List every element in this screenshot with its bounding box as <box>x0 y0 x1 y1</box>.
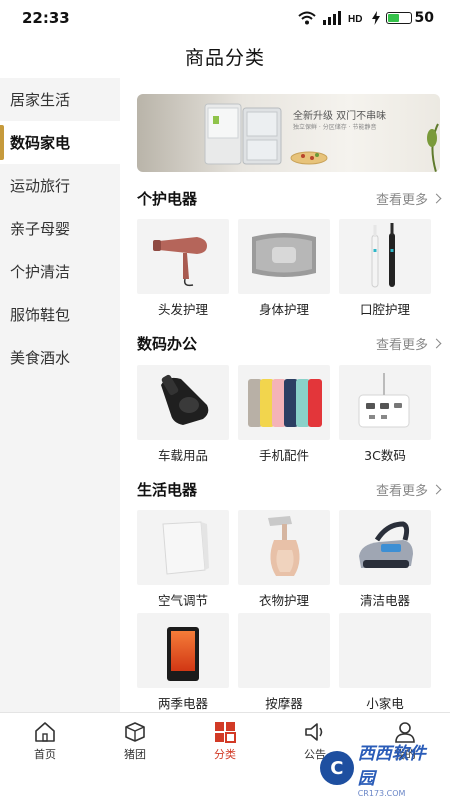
view-more-label: 查看更多 <box>375 483 428 499</box>
banner-headline: 全新升级 双门不串味 <box>293 111 387 122</box>
status-bar: 22:33 HD 50 <box>0 0 450 36</box>
sidebar-item-digital-appliances[interactable]: 数码家电 <box>0 121 120 164</box>
category-tile-label: 清洁电器 <box>359 593 410 608</box>
electric-toothbrush-image <box>339 219 431 294</box>
massager-image <box>238 613 330 688</box>
category-tile-label: 按摩器 <box>265 696 303 711</box>
category-content: 全新升级 双门不串味 独立保鲜 · 分区储存 · 节能静音 个护电器 查看更多 … <box>120 78 450 712</box>
category-tile-label: 头发护理 <box>157 302 208 317</box>
category-tile-air-conditioning[interactable]: 空气调节 <box>137 510 229 608</box>
category-tile-label: 手机配件 <box>258 448 309 463</box>
fridge-image <box>204 103 328 165</box>
tab-label: 首页 <box>34 748 56 761</box>
view-more-label: 查看更多 <box>375 192 428 208</box>
category-tile-car-accessories[interactable]: 车载用品 <box>137 365 229 463</box>
page-title: 商品分类 <box>184 46 265 69</box>
tab-home[interactable]: 首页 <box>0 721 90 762</box>
waist-massager-image <box>238 219 330 294</box>
category-tile-massager[interactable]: 按摩器 <box>238 613 330 711</box>
charging-icon <box>371 11 380 25</box>
sidebar-item-home-living[interactable]: 居家生活 <box>0 78 120 121</box>
category-tile-oral-care[interactable]: 口腔护理 <box>339 219 431 317</box>
category-tile-body-care[interactable]: 身体护理 <box>238 219 330 317</box>
category-grid-icon <box>215 722 236 743</box>
site-watermark: C 西西软件园 CR173.COM <box>320 744 442 798</box>
sidebar-item-food-drinks[interactable]: 美食酒水 <box>0 336 120 379</box>
category-tile-phone-accessories[interactable]: 手机配件 <box>238 365 330 463</box>
battery-percent: 50 <box>414 10 434 26</box>
status-time: 22:33 <box>22 9 70 27</box>
section-header-home-appliances: 生活电器 查看更多 <box>137 478 442 500</box>
category-tile-label: 两季电器 <box>157 696 208 711</box>
watermark-sub: CR173.COM <box>357 788 406 798</box>
sidebar-item-sports-travel[interactable]: 运动旅行 <box>0 164 120 207</box>
signal-icon <box>322 11 341 25</box>
wifi-icon <box>297 11 316 25</box>
category-tile-small-appliances[interactable]: 小家电 <box>339 613 431 711</box>
category-tile-garment-care[interactable]: 衣物护理 <box>238 510 330 608</box>
car-phone-holder-image <box>137 365 229 440</box>
category-tile-label: 3C数码 <box>364 448 406 463</box>
page-header: 商品分类 <box>0 36 450 76</box>
watermark-logo-icon: C <box>320 751 354 785</box>
chevron-right-icon <box>431 193 442 203</box>
section-header-digital-office: 数码办公 查看更多 <box>137 332 442 354</box>
battery-icon <box>385 12 412 24</box>
tab-category[interactable]: 分类 <box>180 721 270 762</box>
tab-group-buy[interactable]: 猪团 <box>90 721 180 762</box>
watermark-main: 西西软件园 <box>357 743 426 789</box>
category-sidebar: 居家生活 数码家电 运动旅行 亲子母婴 个护清洁 服饰鞋包 美食酒水 <box>0 78 120 712</box>
category-tile-label: 小家电 <box>366 696 404 711</box>
category-tile-label: 车载用品 <box>157 448 208 463</box>
banner-subline: 独立保鲜 · 分区储存 · 节能静音 <box>293 124 377 131</box>
chevron-right-icon <box>431 338 442 348</box>
svg-text:HD: HD <box>348 14 362 25</box>
battery-indicator: 50 <box>385 10 434 26</box>
view-more-link[interactable]: 查看更多 <box>375 480 442 499</box>
power-strip-image <box>339 365 431 440</box>
view-more-link[interactable]: 查看更多 <box>375 189 442 208</box>
category-tile-3c-digital[interactable]: 3C数码 <box>339 365 431 463</box>
category-tile-hair-care[interactable]: 头发护理 <box>137 219 229 317</box>
category-tile-label: 身体护理 <box>258 302 309 317</box>
category-tile-label: 空气调节 <box>157 593 208 608</box>
chevron-right-icon <box>431 484 442 494</box>
plant-decoration <box>427 123 439 172</box>
small-appliance-image <box>339 613 431 688</box>
hair-dryer-image <box>137 219 229 294</box>
promo-banner[interactable]: 全新升级 双门不串味 独立保鲜 · 分区储存 · 节能静音 <box>137 94 440 172</box>
category-tile-label: 口腔护理 <box>359 302 410 317</box>
section-header-personal-care: 个护电器 查看更多 <box>137 187 442 209</box>
heater-image <box>137 613 229 688</box>
watermark-text: 西西软件园 CR173.COM <box>358 739 442 798</box>
status-icons: HD 50 <box>297 10 434 26</box>
home-icon <box>35 722 55 742</box>
cube-icon <box>125 722 145 742</box>
battery-fill <box>387 14 399 22</box>
tab-label: 分类 <box>214 748 236 761</box>
sidebar-item-apparel[interactable]: 服饰鞋包 <box>0 293 120 336</box>
category-tile-label: 衣物护理 <box>258 593 309 608</box>
category-tile-seasonal-appliances[interactable]: 两季电器 <box>137 613 229 711</box>
view-more-link[interactable]: 查看更多 <box>375 334 442 353</box>
section-title: 数码办公 <box>137 334 198 353</box>
sidebar-item-mother-baby[interactable]: 亲子母婴 <box>0 207 120 250</box>
phone-cases-image <box>238 365 330 440</box>
speaker-icon <box>305 723 323 741</box>
view-more-label: 查看更多 <box>375 337 428 353</box>
sidebar-item-personal-care[interactable]: 个护清洁 <box>0 250 120 293</box>
tab-label: 猪团 <box>124 748 146 761</box>
air-purifier-image <box>137 510 229 585</box>
section-title: 个护电器 <box>137 189 198 208</box>
garment-steamer-image <box>238 510 330 585</box>
mite-vacuum-image <box>339 510 431 585</box>
section-title: 生活电器 <box>137 480 198 499</box>
hd-signal-icon: HD <box>348 14 362 25</box>
category-tile-cleaning-appliances[interactable]: 清洁电器 <box>339 510 431 608</box>
